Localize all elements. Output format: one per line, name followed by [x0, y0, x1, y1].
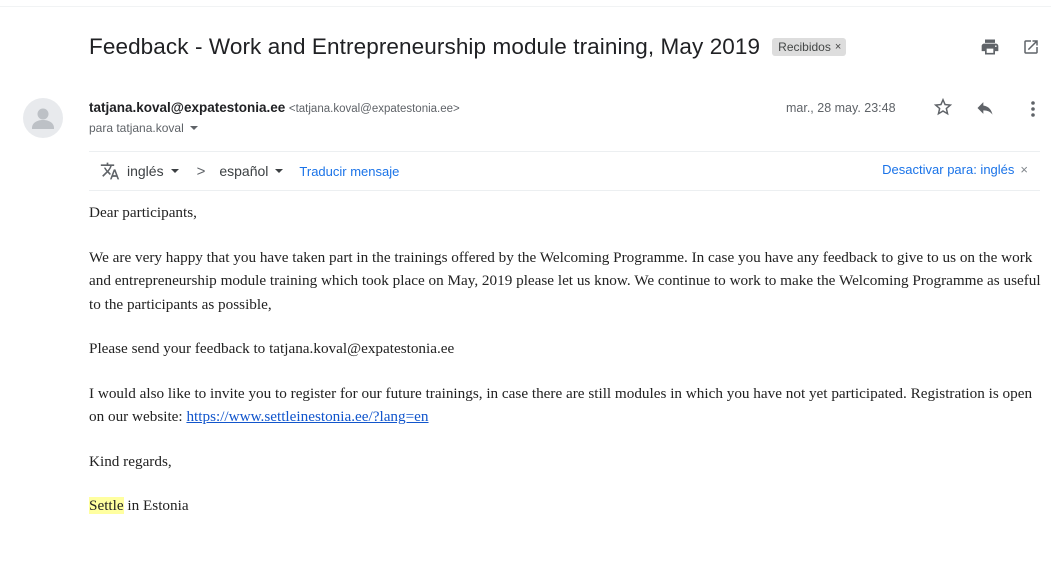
- signature-rest: in Estonia: [123, 497, 189, 514]
- translate-bar: inglés > español Traducir mensaje Desact…: [89, 151, 1040, 191]
- inbox-label-text: Recibidos: [778, 40, 831, 54]
- body-paragraph-2: Please send your feedback to tatjana.kov…: [89, 340, 455, 357]
- open-in-new-window-icon[interactable]: [1022, 38, 1040, 56]
- chevron-down-icon: [170, 169, 179, 173]
- translate-message-link[interactable]: Traducir mensaje: [299, 164, 399, 179]
- chevron-down-icon: [275, 169, 284, 173]
- source-language-select[interactable]: inglés: [127, 163, 179, 179]
- source-language-label: inglés: [127, 163, 164, 179]
- subject-row: Feedback - Work and Entrepreneurship mod…: [89, 30, 847, 64]
- body-paragraph-1: We are very happy that you have taken pa…: [89, 248, 1041, 313]
- top-divider: [0, 0, 1051, 7]
- email-date: mar., 28 may. 23:48: [786, 101, 896, 115]
- closing: Kind regards,: [89, 452, 172, 470]
- recipient-text: para tatjana.koval: [89, 121, 184, 135]
- target-language-select[interactable]: español: [219, 163, 284, 179]
- print-icon[interactable]: [980, 37, 1000, 57]
- chevron-down-icon[interactable]: [189, 126, 198, 130]
- close-icon[interactable]: ×: [1020, 162, 1028, 177]
- greeting: Dear participants,: [89, 204, 197, 221]
- deactivate-label: Desactivar para: inglés: [882, 162, 1015, 177]
- signature: Settle in Estonia: [89, 494, 1049, 518]
- translate-icon: [100, 162, 120, 180]
- email-body: Dear participants, We are very happy tha…: [89, 201, 1049, 539]
- remove-label-button[interactable]: ×: [835, 41, 841, 53]
- sender-name[interactable]: tatjana.koval@expatestonia.ee: [89, 100, 285, 115]
- language-arrow: >: [196, 162, 206, 180]
- sender-avatar[interactable]: [23, 98, 63, 138]
- more-vert-icon[interactable]: [1028, 98, 1038, 120]
- email-subject: Feedback - Work and Entrepreneurship mod…: [89, 34, 761, 59]
- sender-line: tatjana.koval@expatestonia.ee <tatjana.k…: [89, 100, 460, 115]
- website-link[interactable]: https://www.settleinestonia.ee/?lang=en: [186, 408, 428, 425]
- star-icon[interactable]: [932, 96, 954, 118]
- signature-highlight: Settle: [89, 497, 124, 514]
- reply-icon[interactable]: [974, 98, 996, 118]
- deactivate-translation-link[interactable]: Desactivar para: inglés ×: [882, 162, 1028, 177]
- body-paragraph-3: I would also like to invite you to regis…: [89, 382, 1049, 429]
- sender-email: <tatjana.koval@expatestonia.ee>: [288, 103, 460, 115]
- inbox-label-chip[interactable]: Recibidos ×: [772, 38, 847, 56]
- person-avatar-icon: [32, 108, 54, 129]
- recipient-line[interactable]: para tatjana.koval: [89, 121, 198, 135]
- target-language-label: español: [219, 163, 269, 179]
